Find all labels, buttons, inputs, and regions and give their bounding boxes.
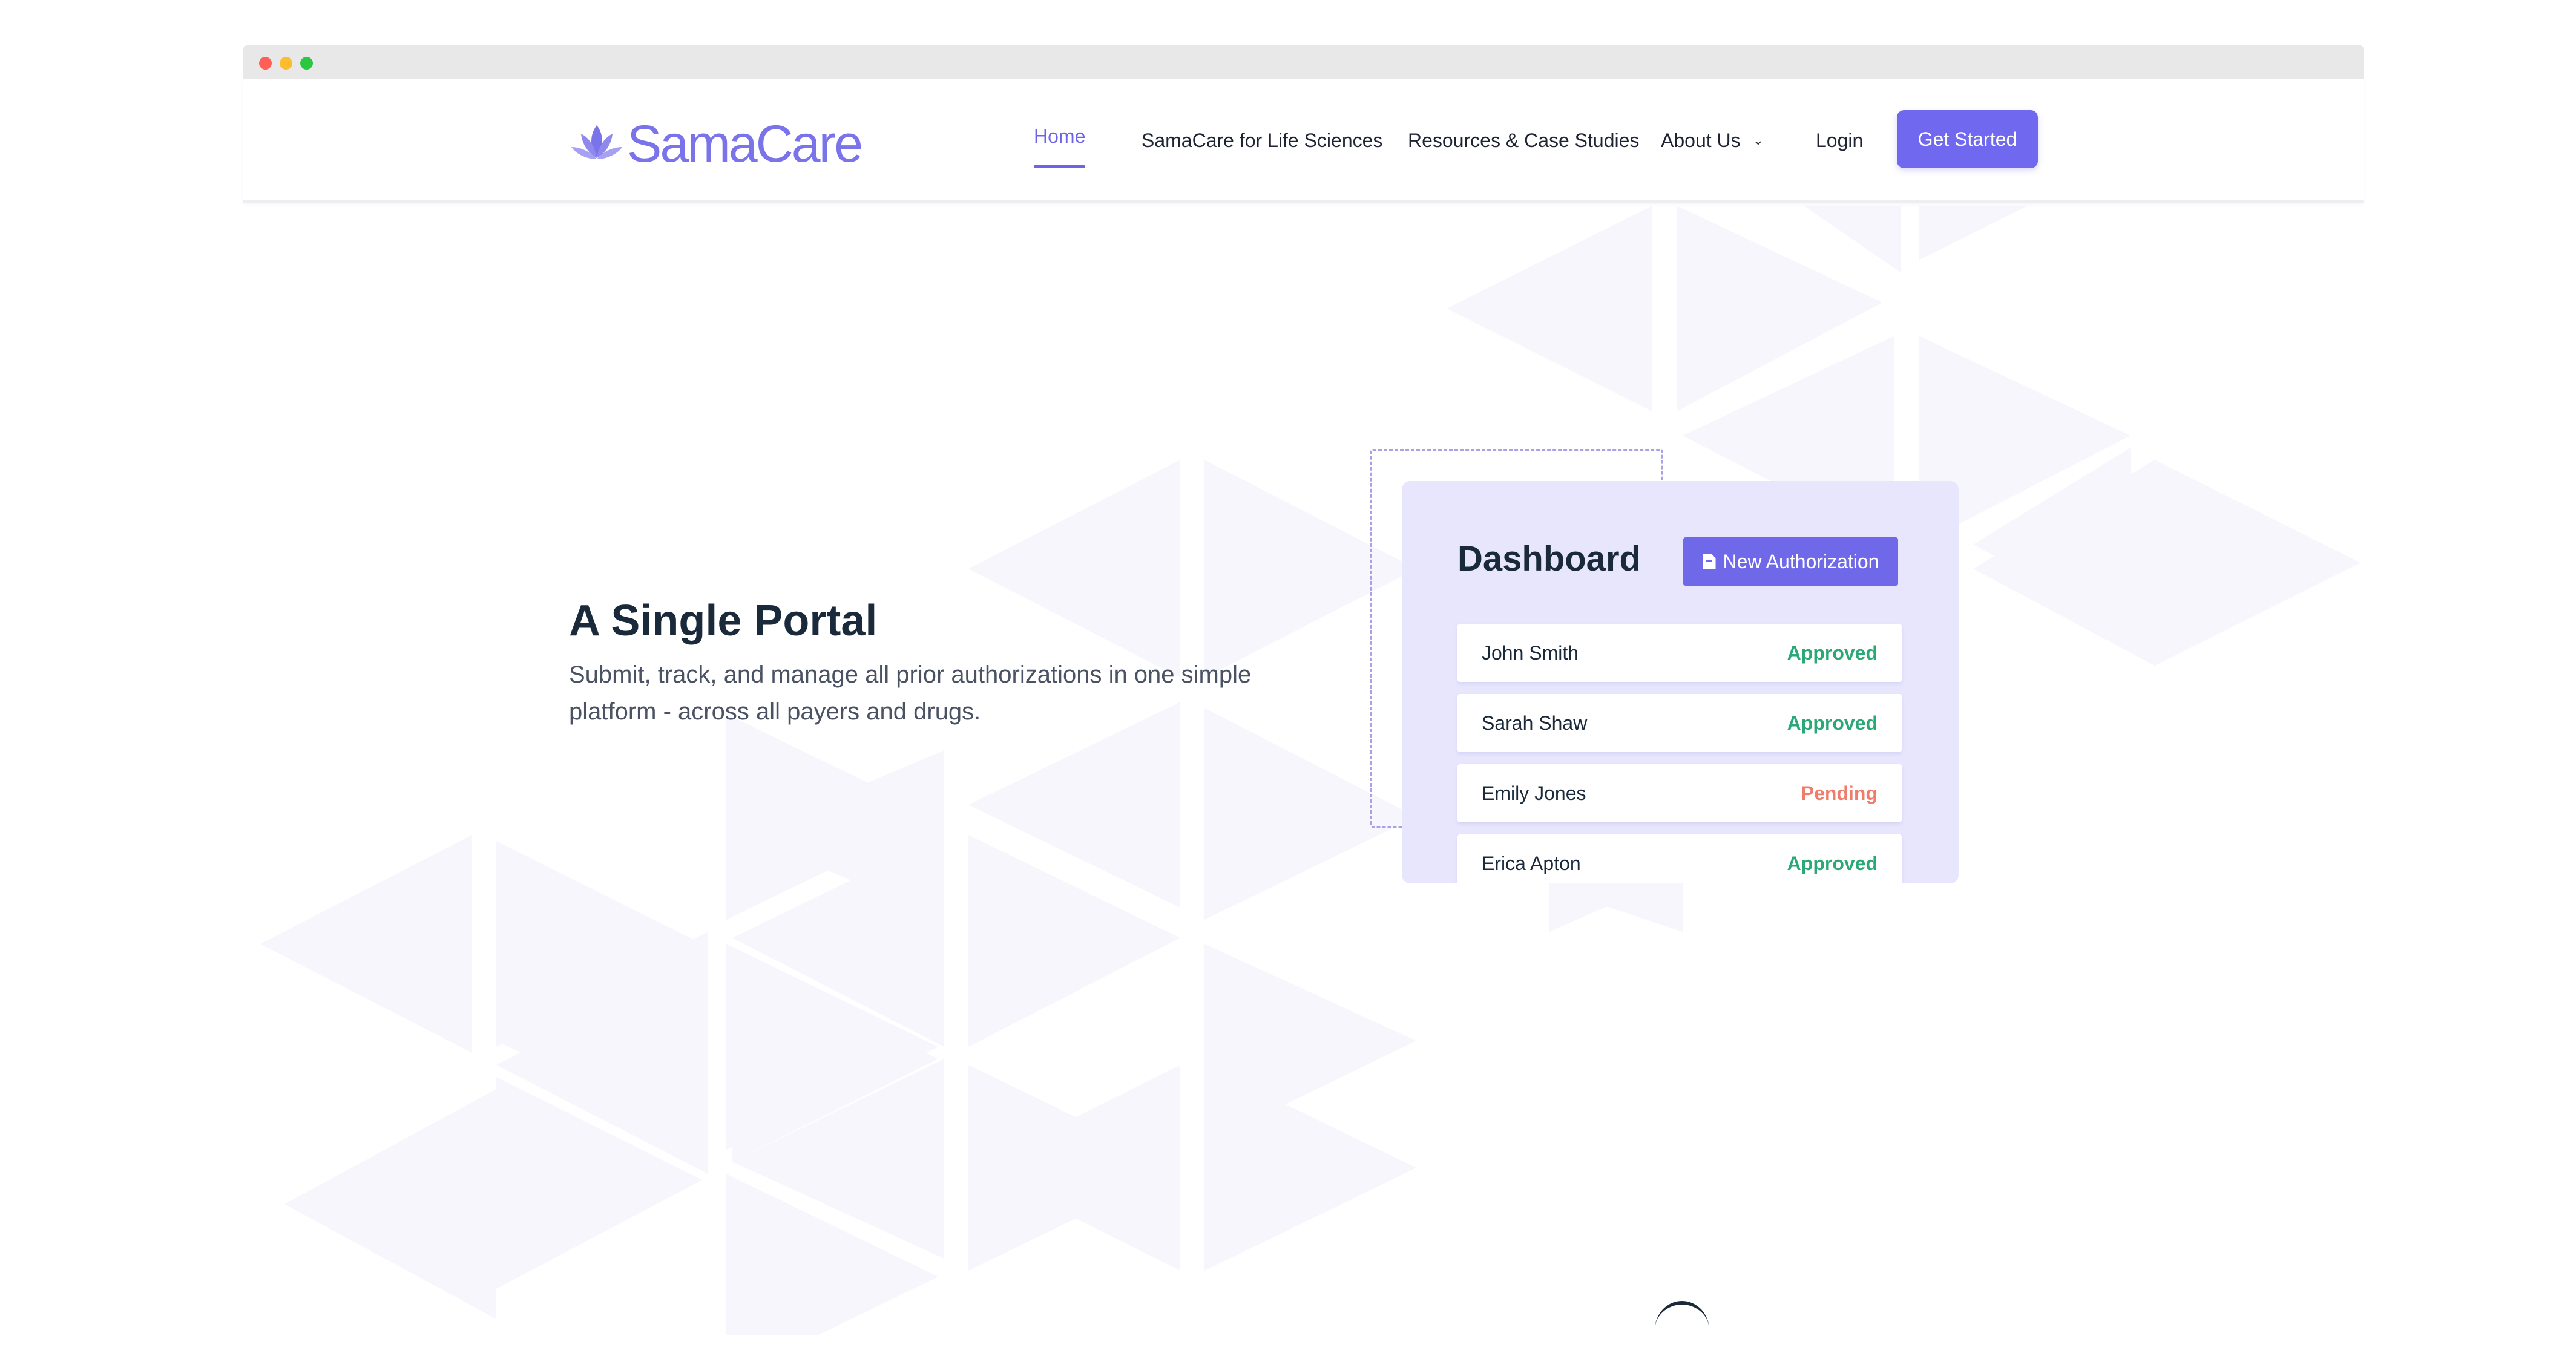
nav-about-us-label: About Us [1661,129,1741,151]
nav-life-sciences[interactable]: SamaCare for Life Sciences [1142,110,1382,171]
status-label: Approved [1787,712,1878,734]
status-label: Approved [1787,642,1878,664]
nav-home[interactable]: Home [1034,110,1086,171]
nav-login[interactable]: Login [1816,110,1863,171]
hero-title: A Single Portal [569,597,878,645]
close-window-dot[interactable] [259,57,272,70]
document-icon [1702,553,1716,569]
new-authorization-button[interactable]: New Authorization [1683,537,1898,586]
site-header: SamaCare Home SamaCare for Life Sciences… [243,79,2364,203]
authorization-row[interactable]: John Smith Approved [1457,624,1902,682]
brand-logo[interactable]: SamaCare [570,114,863,174]
patient-name: Erica Apton [1482,853,1581,874]
status-label: Approved [1787,853,1878,874]
minimize-window-dot[interactable] [280,57,292,70]
nav-resources[interactable]: Resources & Case Studies [1408,110,1639,171]
chevron-down-icon: ⌄ [1752,132,1764,148]
get-started-button[interactable]: Get Started [1897,110,2038,168]
maximize-window-dot[interactable] [300,57,313,70]
background-triangle-pattern [260,206,2361,1335]
patient-name: Sarah Shaw [1482,712,1588,734]
authorization-row[interactable]: Emily Jones Pending [1457,764,1902,822]
status-label: Pending [1801,782,1878,804]
dashboard-card: Dashboard New Authorization John Smith A… [1402,481,1959,883]
authorization-row[interactable]: Sarah Shaw Approved [1457,694,1902,752]
dashboard-title: Dashboard [1457,539,1641,578]
new-authorization-label: New Authorization [1723,551,1879,572]
lotus-icon [571,125,622,159]
patient-name: Emily Jones [1482,782,1586,804]
nav-about-us[interactable]: About Us ⌄ [1661,110,1764,171]
brand-name: SamaCare [627,114,863,173]
browser-window-bar [243,45,2364,79]
patient-name: John Smith [1482,642,1579,664]
authorization-row[interactable]: Erica Apton Approved [1457,834,1902,883]
hero-subtitle: Submit, track, and manage all prior auth… [569,661,1252,725]
partial-avatar-decoration [1655,1301,1709,1359]
